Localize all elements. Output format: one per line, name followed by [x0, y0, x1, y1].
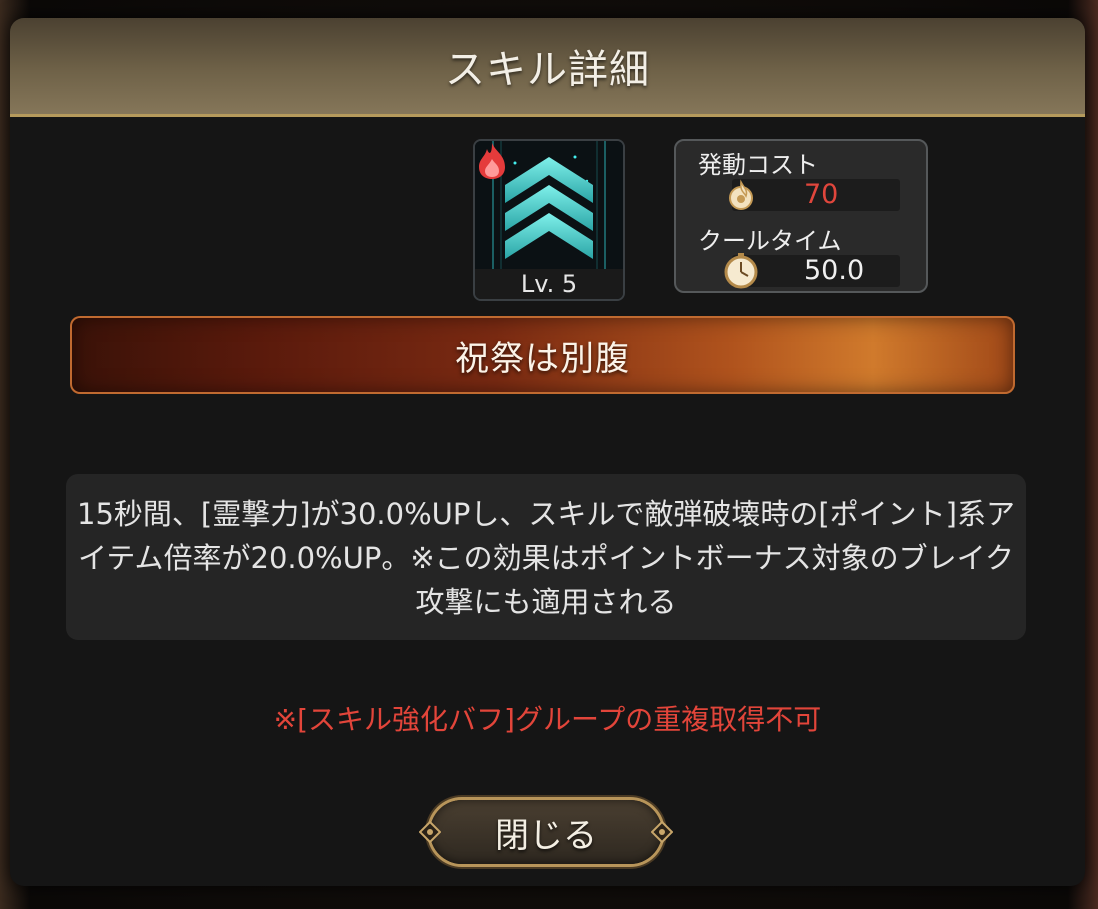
stacking-warning: ※[スキル強化バフ]グループの重複取得不可 [273, 703, 822, 736]
dialog-header: スキル詳細 [10, 18, 1085, 117]
cost-label: 発動コスト [698, 151, 818, 179]
ornament-right-icon [651, 821, 673, 843]
cost-row: 70 [729, 179, 900, 211]
skill-name: 祝祭は別腹 [455, 338, 630, 379]
skill-icon-frame: Lv. 5 [473, 139, 625, 301]
cost-value: 70 [804, 179, 839, 210]
skill-stats-panel: 発動コスト 70 クールタイム 50.0 [674, 139, 928, 293]
skill-level: Lv. 5 [475, 269, 623, 299]
skill-description: 15秒間、[霊撃力]が30.0%UPし、スキルで敵弾破壊時の[ポイント]系アイテ… [77, 497, 1015, 619]
cooldown-value: 50.0 [804, 255, 865, 286]
skill-description-box: 15秒間、[霊撃力]が30.0%UPし、スキルで敵弾破壊時の[ポイント]系アイテ… [66, 474, 1026, 640]
fire-icon [479, 143, 505, 179]
clock-icon [724, 253, 758, 289]
ornament-left-icon [419, 821, 441, 843]
spirit-flame-icon [729, 179, 753, 210]
cooldown-label: クールタイム [698, 227, 842, 255]
close-button-label: 閉じる [495, 815, 597, 856]
cooldown-row: 50.0 [724, 253, 900, 289]
skill-detail-dialog: スキル詳細 Lv. 5 発動コスト 70 クールタイム 50.0 祝祭は別腹 1… [10, 18, 1085, 886]
dialog-title: スキル詳細 [445, 47, 650, 93]
close-button[interactable]: 閉じる [430, 800, 662, 864]
skill-name-banner: 祝祭は別腹 [70, 316, 1015, 394]
